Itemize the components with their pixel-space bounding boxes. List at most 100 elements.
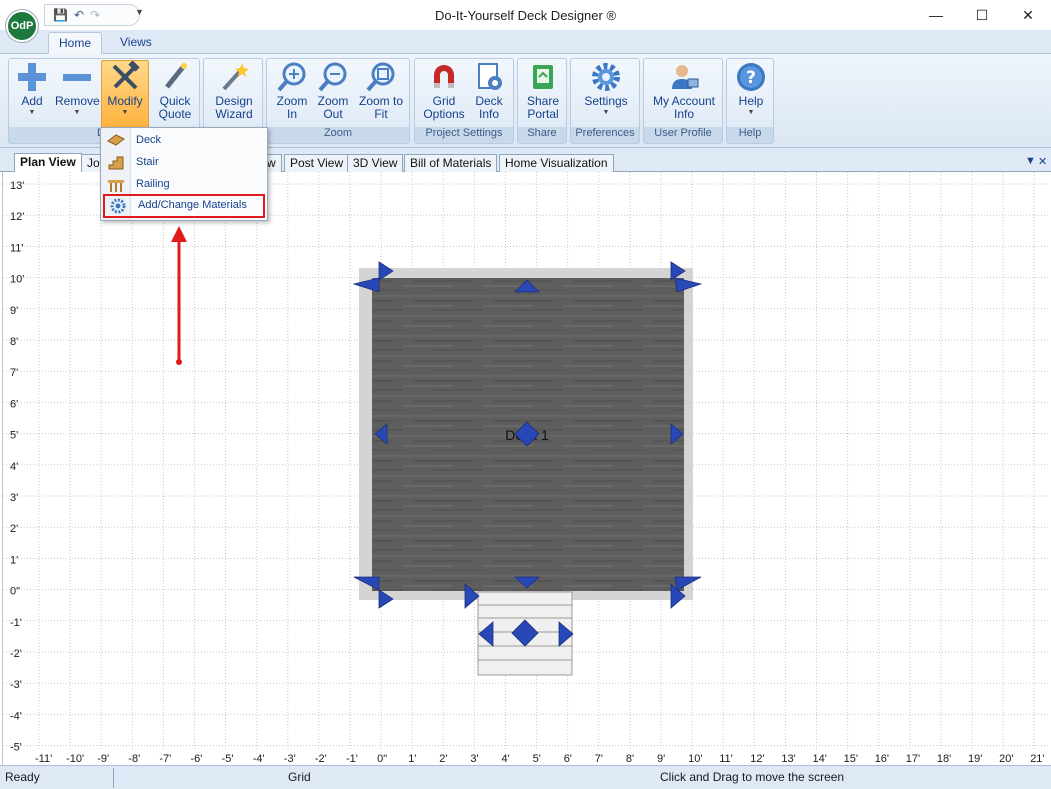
y-axis-label: 8' bbox=[10, 336, 18, 348]
x-axis-label: 7' bbox=[595, 753, 603, 765]
railing-icon bbox=[107, 177, 125, 193]
tab-home-visualization[interactable]: Home Visualization bbox=[499, 154, 614, 172]
stair-icon bbox=[107, 155, 125, 171]
app-menu-button[interactable]: OdP bbox=[6, 10, 38, 42]
zoom-to-fit-button[interactable]: Zoom to Fit bbox=[355, 61, 407, 127]
tab-3d-view[interactable]: 3D View bbox=[347, 154, 404, 172]
y-axis-label: 13' bbox=[10, 180, 24, 192]
y-axis-label: 4' bbox=[10, 461, 18, 473]
deck-icon bbox=[107, 133, 125, 149]
status-ready: Ready bbox=[5, 770, 40, 784]
x-axis-label: 17' bbox=[906, 753, 920, 765]
y-axis-label: -2' bbox=[10, 648, 22, 660]
x-axis-label: -8' bbox=[128, 753, 140, 765]
x-axis-label: -10' bbox=[66, 753, 84, 765]
x-axis-label: -7' bbox=[159, 753, 171, 765]
tab-views[interactable]: Views bbox=[110, 32, 162, 54]
help-button[interactable]: ? Help ▼ bbox=[731, 61, 771, 127]
settings-button[interactable]: Settings ▼ bbox=[579, 61, 633, 127]
x-axis-label: -11' bbox=[35, 753, 52, 765]
group-label-help: Help bbox=[727, 127, 773, 143]
y-axis-label: 1' bbox=[10, 554, 18, 566]
plus-icon bbox=[16, 61, 48, 93]
status-hint: Click and Drag to move the screen bbox=[660, 770, 845, 784]
plan-view-drawing[interactable]: 13' 12' 11' 10' 9' 8' 7' 6' 5' 4' 3' 2' 1' 0" -1' -2' -3… bbox=[3, 172, 1049, 765]
zoom-in-button[interactable]: Zoom In bbox=[271, 61, 313, 127]
x-axis-label: 8' bbox=[626, 753, 634, 765]
x-axis-label: 14' bbox=[813, 753, 827, 765]
y-axis-label: 5' bbox=[10, 430, 18, 442]
close-tab-icon[interactable]: ✕ bbox=[1038, 155, 1047, 168]
x-axis-label: 3' bbox=[470, 753, 478, 765]
close-button[interactable]: ✕ bbox=[1005, 0, 1051, 30]
my-account-info-button[interactable]: My Account Info bbox=[650, 61, 718, 127]
y-axis-label: 2' bbox=[10, 523, 18, 535]
ribbon-group-user-profile: My Account Info User Profile bbox=[643, 58, 723, 144]
tab-list-dropdown-icon[interactable]: ▼ bbox=[1025, 155, 1036, 167]
x-axis-labels: -11' -10' -9' -8' -7' -6' -5' -4' -3' -2' -1' 0" 1' 2… bbox=[35, 753, 1045, 765]
menu-item-add-change-materials[interactable]: Add/Change Materials bbox=[103, 194, 265, 218]
x-axis-label: 16' bbox=[875, 753, 889, 765]
tab-home[interactable]: Home bbox=[48, 32, 103, 54]
tab-post-view[interactable]: Post View bbox=[284, 154, 350, 172]
modify-button[interactable]: Modify ▼ bbox=[101, 60, 149, 128]
x-axis-label: 19' bbox=[968, 753, 982, 765]
y-axis-label: 10' bbox=[10, 274, 24, 286]
remove-button[interactable]: Remove ▼ bbox=[55, 61, 100, 127]
chevron-down-icon: ▼ bbox=[73, 109, 81, 116]
x-axis-label: -3' bbox=[284, 753, 296, 765]
quick-quote-button[interactable]: Quick Quote bbox=[153, 61, 197, 127]
user-account-icon bbox=[668, 61, 700, 93]
group-label-project-settings: Project Settings bbox=[415, 127, 513, 143]
pen-icon bbox=[159, 61, 191, 93]
x-axis-label: 9' bbox=[657, 753, 665, 765]
plan-view-canvas[interactable]: 13' 12' 11' 10' 9' 8' 7' 6' 5' 4' 3' 2' 1' 0" -1' -2' -3… bbox=[2, 172, 1049, 765]
x-axis-label: 12' bbox=[750, 753, 764, 765]
gear-icon bbox=[590, 61, 622, 93]
y-axis-label: 9' bbox=[10, 305, 18, 317]
x-axis-label: 15' bbox=[844, 753, 858, 765]
add-button[interactable]: Add ▼ bbox=[13, 61, 51, 127]
ribbon-group-help: ? Help ▼ Help bbox=[726, 58, 774, 144]
zoom-out-button[interactable]: Zoom Out bbox=[313, 61, 353, 127]
y-axis-label: 6' bbox=[10, 398, 18, 410]
svg-text:?: ? bbox=[746, 68, 756, 88]
grid-options-button[interactable]: Grid Options bbox=[421, 61, 467, 127]
ribbon-group-preferences: Settings ▼ Preferences bbox=[570, 58, 640, 144]
chevron-down-icon: ▼ bbox=[602, 109, 610, 116]
group-label-preferences: Preferences bbox=[571, 127, 639, 143]
maximize-button[interactable]: ☐ bbox=[959, 0, 1005, 30]
title-bar: 💾 ↶ ↷ ▼ Do-It-Yourself Deck Designer ® —… bbox=[0, 0, 1051, 30]
design-wizard-button[interactable]: Design Wizard bbox=[212, 61, 256, 127]
hammer-wrench-icon bbox=[109, 61, 141, 93]
document-gear-icon bbox=[473, 61, 505, 93]
menu-item-deck[interactable]: Deck bbox=[103, 130, 265, 152]
zoom-out-icon bbox=[317, 61, 349, 93]
x-axis-label: 1' bbox=[408, 753, 416, 765]
minimize-button[interactable]: — bbox=[913, 0, 959, 30]
deck-info-button[interactable]: Deck Info bbox=[469, 61, 509, 127]
zoom-in-icon bbox=[276, 61, 308, 93]
y-axis-label: -3' bbox=[10, 679, 22, 691]
x-axis-label: -9' bbox=[97, 753, 109, 765]
menu-item-stair[interactable]: Stair bbox=[103, 152, 265, 174]
share-portal-icon bbox=[527, 61, 559, 93]
ribbon-group-zoom: Zoom In Zoom Out Zoom to Fit Zoom bbox=[266, 58, 410, 144]
chevron-down-icon: ▼ bbox=[28, 109, 36, 116]
x-axis-label: -6' bbox=[191, 753, 203, 765]
y-axis-label: 0" bbox=[10, 586, 20, 598]
x-axis-label: 10' bbox=[688, 753, 702, 765]
zoom-fit-icon bbox=[365, 61, 397, 93]
menu-item-railing[interactable]: Railing bbox=[103, 174, 265, 196]
group-label-zoom: Zoom bbox=[267, 127, 409, 143]
status-bar: Ready Grid Click and Drag to move the sc… bbox=[0, 765, 1051, 789]
tab-plan-view[interactable]: Plan View bbox=[14, 153, 82, 173]
x-axis-label: -2' bbox=[315, 753, 327, 765]
x-axis-label: 2' bbox=[439, 753, 447, 765]
status-grid: Grid bbox=[288, 770, 311, 784]
y-axis-label: -1' bbox=[10, 617, 22, 629]
x-axis-label: -5' bbox=[222, 753, 234, 765]
share-portal-button[interactable]: Share Portal bbox=[522, 61, 564, 127]
tab-bill-of-materials[interactable]: Bill of Materials bbox=[404, 154, 498, 172]
magnet-icon bbox=[428, 61, 460, 93]
